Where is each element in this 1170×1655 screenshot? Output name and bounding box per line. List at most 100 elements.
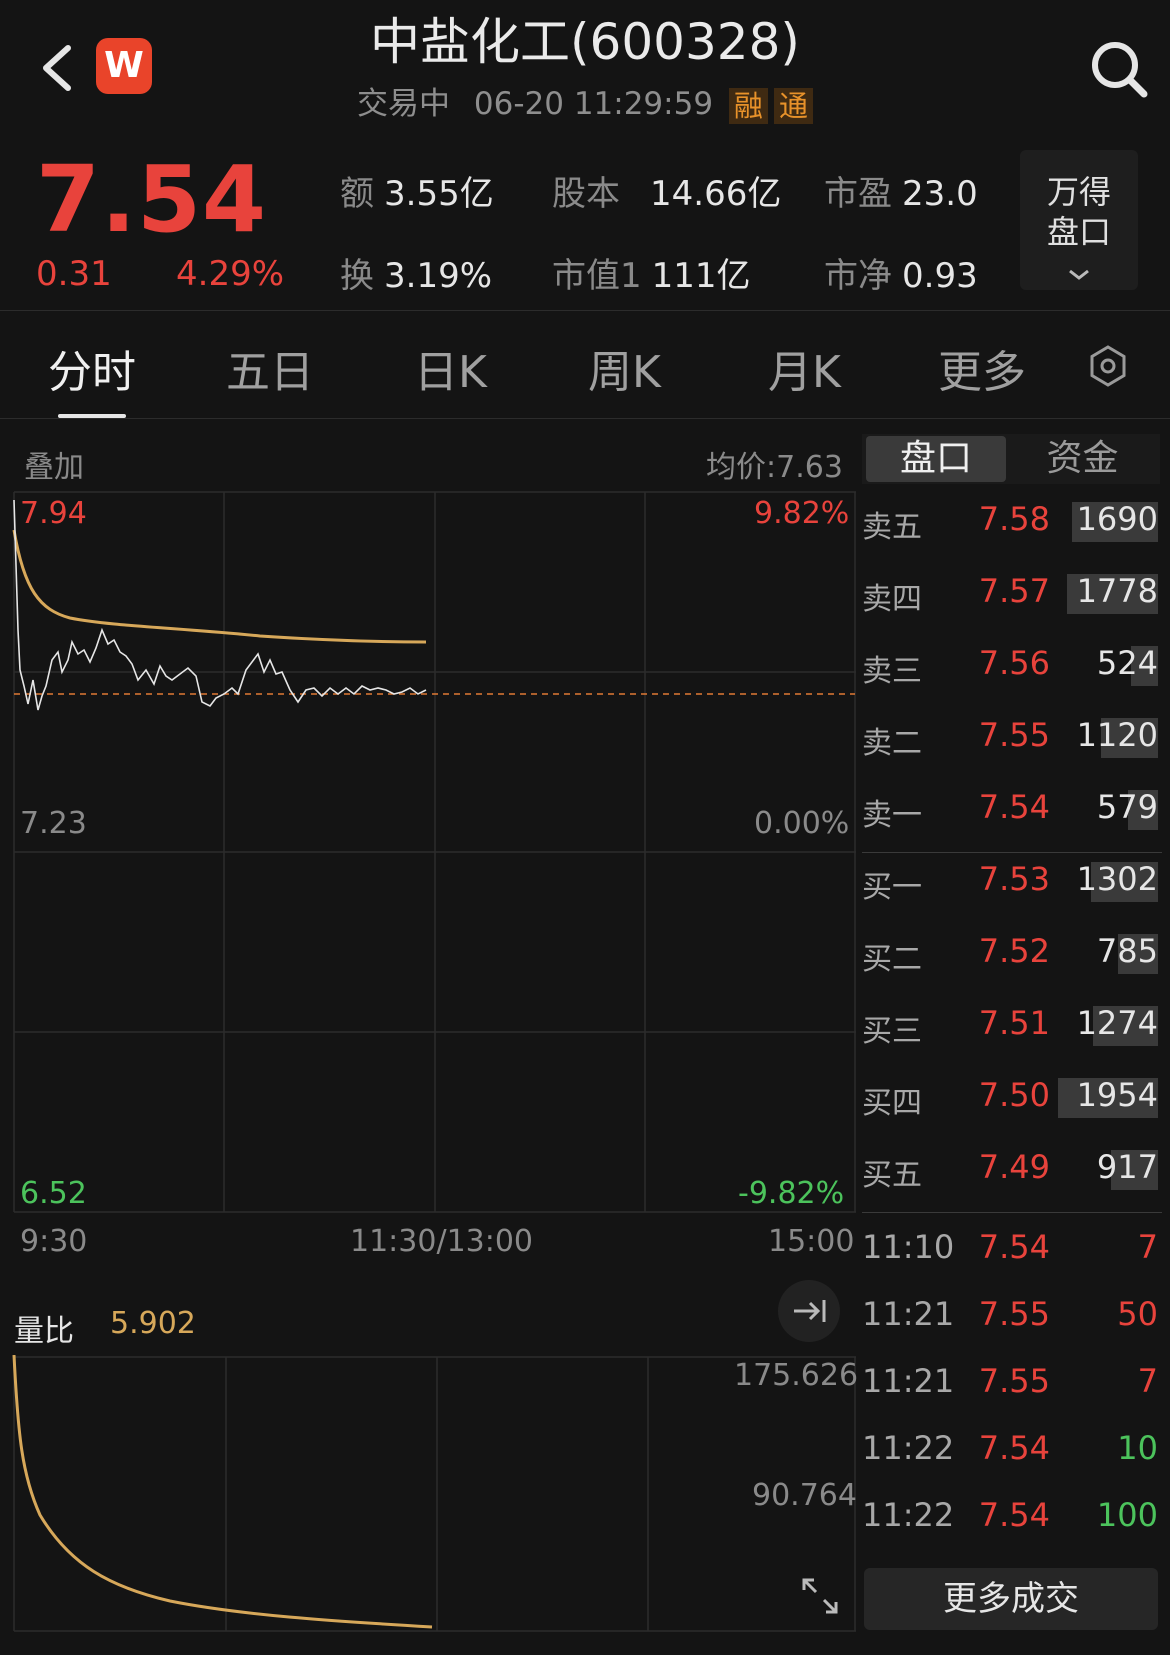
orderbook-divider <box>862 852 1162 853</box>
wind-orderbook-button[interactable]: 万得 盘口 <box>1020 150 1138 290</box>
ask-row[interactable]: 卖五 7.58 1690 <box>862 488 1162 560</box>
bid-row[interactable]: 买一 7.53 1302 <box>862 848 1162 920</box>
trade-price: 7.54 <box>978 1429 1050 1467</box>
volume-ratio-label: 量比 <box>14 1314 74 1349</box>
quote-datetime: 06-20 11:29:59 <box>473 86 714 122</box>
connect-badge: 通 <box>773 87 813 124</box>
tab-weekly-k[interactable]: 周K <box>588 336 661 400</box>
tab-intraday[interactable]: 分时 <box>48 336 136 400</box>
bid-row[interactable]: 买二 7.52 785 <box>862 920 1162 992</box>
level-volume: 785 <box>1096 932 1158 970</box>
volume-ratio-value: 5.902 <box>110 1306 196 1341</box>
x-axis-start: 9:30 <box>20 1224 88 1259</box>
divider <box>0 418 1170 419</box>
volume-ratio-chart[interactable] <box>0 1355 856 1635</box>
search-icon <box>1092 42 1148 98</box>
chart-settings-button[interactable] <box>1086 344 1130 388</box>
level-label: 买四 <box>862 1086 922 1121</box>
last-price: 7.54 <box>36 146 267 253</box>
trading-status: 交易中 <box>357 86 451 122</box>
back-button[interactable] <box>34 40 84 96</box>
trade-price: 7.55 <box>978 1362 1050 1400</box>
trade-price: 7.55 <box>978 1295 1050 1333</box>
level-volume: 579 <box>1096 788 1158 826</box>
tab-daily-k[interactable]: 日K <box>414 336 487 400</box>
market-status: 交易中 06-20 11:29:59 融通 <box>250 78 920 124</box>
level-label: 卖一 <box>862 798 922 833</box>
price-change-pct: 4.29% <box>176 254 285 294</box>
level-label: 买三 <box>862 1014 922 1049</box>
stat-pb: 市净 0.93 <box>824 256 978 296</box>
more-trades-button[interactable]: 更多成交 <box>864 1568 1158 1630</box>
level-price: 7.49 <box>978 1148 1050 1186</box>
pct-axis-mid: 0.00% <box>754 806 850 841</box>
trade-time: 11:22 <box>862 1496 955 1534</box>
divider <box>0 310 1170 311</box>
level-price: 7.53 <box>978 860 1050 898</box>
stat-share-capital: 股本 14.66亿 <box>552 174 782 214</box>
stat-turnover-amount: 额 3.55亿 <box>340 174 494 214</box>
bid-row[interactable]: 买三 7.51 1274 <box>862 992 1162 1064</box>
level-volume: 524 <box>1096 644 1158 682</box>
chart-grid <box>13 491 856 1213</box>
intraday-chart[interactable] <box>0 480 856 1216</box>
trade-row: 11:10 7.54 7 <box>862 1218 1162 1284</box>
x-axis-mid: 11:30/13:00 <box>350 1224 534 1259</box>
margin-badge: 融 <box>728 87 768 124</box>
trade-time: 11:22 <box>862 1429 955 1467</box>
trade-price: 7.54 <box>978 1496 1050 1534</box>
trade-qty: 100 <box>1096 1496 1158 1534</box>
level-price: 7.54 <box>978 788 1050 826</box>
level-label: 卖四 <box>862 582 922 617</box>
expand-icon <box>802 1578 838 1614</box>
level-volume: 1690 <box>1076 500 1158 538</box>
ask-row[interactable]: 卖四 7.57 1778 <box>862 560 1162 632</box>
fullscreen-button[interactable] <box>796 1572 844 1620</box>
price-change: 0.31 <box>36 254 112 294</box>
trade-time: 11:21 <box>862 1295 955 1333</box>
app-logo: W <box>96 38 152 94</box>
trade-time: 11:10 <box>862 1228 955 1266</box>
ask-row[interactable]: 卖三 7.56 524 <box>862 632 1162 704</box>
chevron-down-icon <box>1069 269 1089 280</box>
collapse-panel-button[interactable] <box>778 1280 840 1342</box>
level-label: 卖二 <box>862 726 922 761</box>
trade-qty: 50 <box>1117 1295 1158 1333</box>
x-axis-end: 15:00 <box>768 1224 855 1259</box>
level-volume: 1778 <box>1076 572 1158 610</box>
y-axis-mid: 7.23 <box>20 806 87 841</box>
level-volume: 1954 <box>1076 1076 1158 1114</box>
volume-grid <box>13 1356 856 1632</box>
chevron-left-icon <box>43 45 71 91</box>
y-axis-low: 6.52 <box>20 1176 87 1211</box>
tab-capital-flow[interactable]: 资金 <box>1010 436 1155 482</box>
stat-pe: 市盈 23.0 <box>824 174 978 214</box>
tab-order-book[interactable]: 盘口 <box>866 436 1006 482</box>
bid-row[interactable]: 买五 7.49 917 <box>862 1136 1162 1208</box>
trade-row: 11:21 7.55 50 <box>862 1285 1162 1351</box>
level-price: 7.51 <box>978 1004 1050 1042</box>
trades-divider <box>862 1212 1162 1213</box>
trade-qty: 7 <box>1137 1362 1158 1400</box>
page-title: 中盐化工(600328) <box>370 13 800 71</box>
ask-row[interactable]: 卖二 7.55 1120 <box>862 704 1162 776</box>
level-label: 卖三 <box>862 654 922 689</box>
tab-five-day[interactable]: 五日 <box>226 336 314 400</box>
level-price: 7.55 <box>978 716 1050 754</box>
trade-row: 11:22 7.54 100 <box>862 1486 1162 1552</box>
settings-hexagon-icon <box>1090 345 1126 387</box>
tab-monthly-k[interactable]: 月K <box>768 336 841 400</box>
bid-row[interactable]: 买四 7.50 1954 <box>862 1064 1162 1136</box>
tab-more[interactable]: 更多 <box>938 336 1026 400</box>
vol-axis-high: 175.626 <box>734 1358 859 1393</box>
level-price: 7.52 <box>978 932 1050 970</box>
y-axis-high: 7.94 <box>20 496 87 531</box>
vol-axis-mid: 90.764 <box>752 1478 857 1513</box>
level-volume: 1302 <box>1076 860 1158 898</box>
level-price: 7.56 <box>978 644 1050 682</box>
ask-row[interactable]: 卖一 7.54 579 <box>862 776 1162 848</box>
pct-axis-low: -9.82% <box>738 1176 845 1211</box>
trade-qty: 7 <box>1137 1228 1158 1266</box>
search-button[interactable] <box>1086 36 1152 102</box>
trade-time: 11:21 <box>862 1362 955 1400</box>
